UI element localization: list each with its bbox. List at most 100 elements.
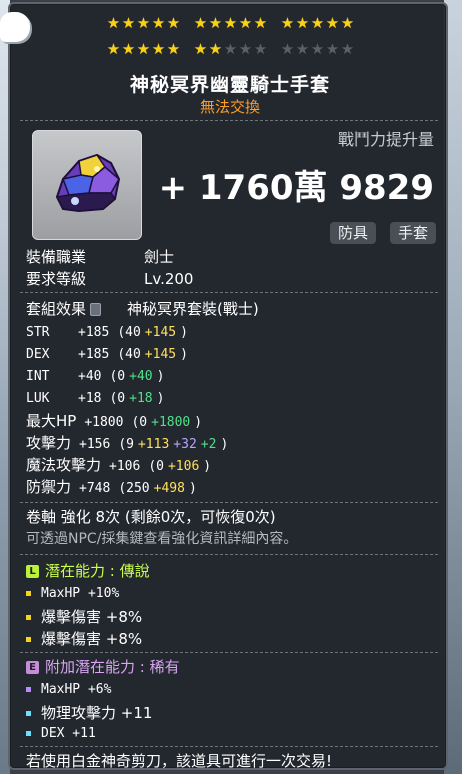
- stat-total: +40: [78, 369, 102, 384]
- stat-name: 攻擊力: [26, 434, 72, 452]
- star-filled-icon: ★: [166, 40, 181, 58]
- star-filled-icon: ★: [193, 14, 208, 32]
- star-force-row-2: ★ ★ ★ ★ ★ ★ ★ ★ ★ ★ ★ ★ ★ ★ ★: [106, 42, 367, 57]
- tag-armor: 防具: [329, 222, 376, 244]
- stat-bonus: +145: [144, 347, 177, 362]
- item-image-frame: [32, 130, 142, 240]
- stat-base: (9: [118, 437, 134, 452]
- stat-bonus: +498: [153, 481, 185, 496]
- star-empty-icon: ★: [295, 40, 310, 58]
- stat-total: +748: [79, 481, 111, 496]
- star-filled-icon: ★: [238, 14, 253, 32]
- stat-bonus: +18: [129, 391, 153, 406]
- star-filled-icon: ★: [106, 40, 121, 58]
- star-filled-icon: ★: [325, 14, 340, 32]
- star-filled-icon: ★: [151, 40, 166, 58]
- stat-base: (0: [109, 369, 126, 384]
- stat-base: (0: [148, 459, 164, 474]
- required-job-row: 裝備職業 劍士: [26, 246, 174, 267]
- stat-close-paren: ): [180, 347, 188, 362]
- star-group: ★ ★ ★ ★ ★: [193, 42, 268, 57]
- star-filled-icon: ★: [121, 14, 136, 32]
- required-job-label: 裝備職業: [26, 248, 87, 266]
- star-group: ★ ★ ★ ★ ★: [106, 16, 181, 31]
- stat-bonus: +32: [173, 437, 197, 452]
- item-tooltip: ★ ★ ★ ★ ★ ★ ★ ★ ★ ★ ★ ★ ★ ★ ★ ★ ★ ★ ★ ★ ★ ★ ★ ★ ★ ★ ★ ★ ★ ★ 神秘冥界幽靈騎士…: [8, 2, 448, 770]
- stat-name: 防禦力: [26, 478, 72, 496]
- star-empty-icon: ★: [340, 40, 355, 58]
- stat-row: 防禦力 +748 (250 +498): [26, 476, 197, 497]
- required-level-label: 要求等級: [26, 270, 87, 288]
- rare-badge-icon: E: [26, 661, 39, 674]
- cursor-hand-icon: [0, 12, 30, 42]
- stat-total: +156: [79, 437, 111, 452]
- stat-base: (0: [109, 391, 126, 406]
- stat-row: INT +40 (0 +40): [26, 366, 164, 384]
- trade-status: 無法交換: [199, 98, 260, 116]
- purple-gauntlet-icon: [55, 153, 121, 213]
- star-empty-icon: ★: [280, 40, 295, 58]
- required-level-row: 要求等級 Lv.200: [26, 268, 193, 289]
- stat-total: +106: [109, 459, 141, 474]
- stat-close-paren: ): [220, 437, 229, 452]
- stat-row: 魔法攻擊力 +106 (0 +106): [26, 454, 211, 475]
- set-effect-row: 套組效果 神秘冥界套裝(戰士): [26, 298, 259, 319]
- star-filled-icon: ★: [208, 14, 223, 32]
- stat-close-paren: ): [156, 369, 165, 384]
- stat-total: +1800: [84, 415, 124, 430]
- divider: [20, 502, 438, 503]
- stat-name: DEX: [26, 347, 50, 362]
- star-filled-icon: ★: [136, 14, 151, 32]
- star-empty-icon: ★: [253, 40, 268, 58]
- stat-base: (40: [117, 347, 141, 362]
- bullet-icon: [26, 615, 31, 620]
- stat-name: 魔法攻擊力: [26, 456, 102, 474]
- star-group: ★ ★ ★ ★ ★: [280, 16, 355, 31]
- star-force-row-1: ★ ★ ★ ★ ★ ★ ★ ★ ★ ★ ★ ★ ★ ★ ★: [106, 16, 367, 31]
- divider: [20, 746, 438, 747]
- power-increase-label: 戰鬥力提升量: [337, 130, 434, 149]
- stat-row: 攻擊力 +156 (9 +113 +32 +2): [26, 432, 228, 453]
- stat-close-paren: ): [180, 325, 188, 340]
- stat-bonus: +113: [137, 437, 170, 452]
- star-empty-icon: ★: [238, 40, 253, 58]
- tag-gloves: 手套: [389, 222, 436, 244]
- bullet-icon: [26, 687, 31, 692]
- stat-close-paren: ): [194, 415, 203, 430]
- item-name: 神秘冥界幽靈騎士手套: [129, 74, 330, 96]
- stat-total: +185: [78, 325, 110, 340]
- stat-close-paren: ): [156, 391, 165, 406]
- required-level-value: Lv.200: [144, 270, 194, 288]
- stat-bonus: +1800: [151, 415, 191, 430]
- star-filled-icon: ★: [208, 40, 223, 58]
- stat-base: (40: [117, 325, 141, 340]
- legendary-badge-icon: L: [26, 565, 39, 578]
- stat-bonus: +106: [167, 459, 200, 474]
- set-effect-value: 神秘冥界套裝(戰士): [127, 300, 259, 318]
- potential-line-1: MaxHP +10%: [26, 586, 119, 601]
- stat-row: 最大HP +1800 (0 +1800): [26, 410, 202, 431]
- divider: [20, 292, 438, 293]
- stat-row: DEX +185 (40 +145): [26, 344, 188, 362]
- divider: [20, 554, 438, 555]
- potential-line-3: 爆擊傷害 +8%: [26, 628, 142, 649]
- bullet-icon: [26, 731, 31, 736]
- bonus-potential-line-2: 物理攻擊力 +11: [26, 702, 152, 723]
- star-group: ★ ★ ★ ★ ★: [106, 42, 181, 57]
- star-group: ★ ★ ★ ★ ★: [193, 16, 268, 31]
- bullet-icon: [26, 637, 31, 642]
- star-filled-icon: ★: [151, 14, 166, 32]
- stat-name: STR: [26, 325, 50, 340]
- divider: [20, 120, 438, 121]
- bonus-potential-title: 附加潛在能力 : 稀有: [45, 658, 180, 676]
- star-filled-icon: ★: [121, 40, 136, 58]
- footer-note: 若使用白金神奇剪刀，該道具可進行一次交易!: [26, 752, 333, 770]
- stat-name: INT: [26, 369, 50, 384]
- potential-line-2: 爆擊傷害 +8%: [26, 606, 142, 627]
- bonus-potential-line-1: MaxHP +6%: [26, 682, 111, 697]
- divider: [20, 652, 438, 653]
- potential-header: L 潛在能力 : 傳說: [26, 560, 150, 581]
- star-filled-icon: ★: [280, 14, 295, 32]
- stat-close-paren: ): [203, 459, 212, 474]
- stat-base: (250: [118, 481, 150, 496]
